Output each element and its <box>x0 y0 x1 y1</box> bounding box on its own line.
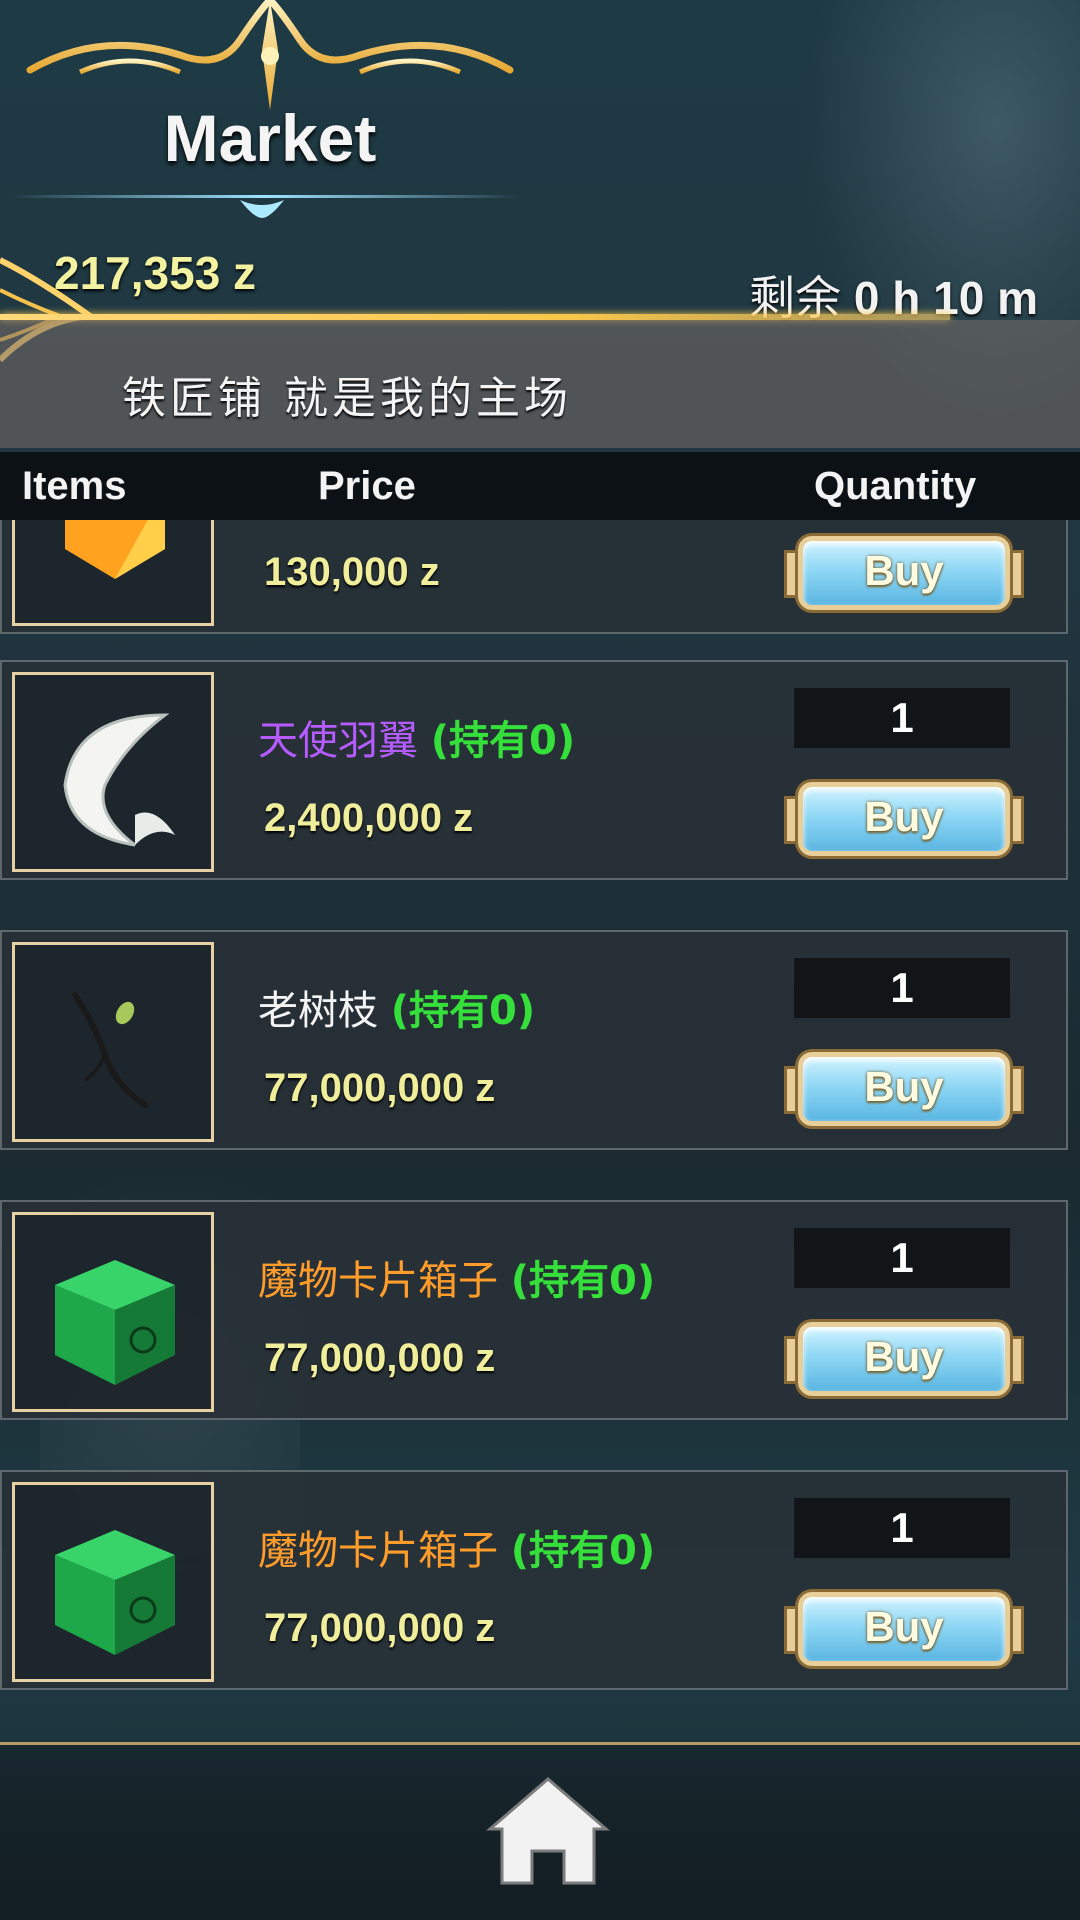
item-thumbnail[interactable] <box>12 672 214 872</box>
list-item: 天使羽翼 (持有0) 2,400,000 z 1 Buy <box>0 660 1068 880</box>
item-price: 130,000 z <box>264 550 440 594</box>
notice-text: 铁匠铺 就是我的主场 <box>122 373 572 424</box>
card-box-icon <box>55 1260 175 1385</box>
title-ornament-icon <box>26 0 514 110</box>
item-thumbnail[interactable] <box>12 1212 214 1412</box>
column-items: Items <box>22 464 127 508</box>
item-held-count: (持有0) <box>510 1258 656 1304</box>
item-name-text: 老树枝 <box>258 988 378 1034</box>
item-price: 77,000,000 z <box>264 1606 496 1650</box>
orange-gem-icon <box>65 520 165 579</box>
list-item: 魔物卡片箱子 (持有0) 77,000,000 z 1 Buy <box>0 1470 1068 1690</box>
column-price: Price <box>318 464 416 508</box>
item-name-text: 天使羽翼 <box>258 718 418 764</box>
item-price: 77,000,000 z <box>264 1066 496 1110</box>
column-header: Items Price Quantity <box>0 452 1080 520</box>
item-held-count: (持有0) <box>390 988 536 1034</box>
buy-label: Buy <box>864 547 944 594</box>
item-thumbnail <box>12 520 214 626</box>
item-price: 77,000,000 z <box>264 1336 496 1380</box>
quantity-field[interactable]: 1 <box>794 688 1010 748</box>
quantity-field[interactable]: 1 <box>794 1228 1010 1288</box>
angel-wing-icon <box>63 713 175 847</box>
item-list[interactable]: 130,000 z Buy 天使羽翼 (持有0) 2,400,000 z 1 B… <box>0 520 1080 1743</box>
bottom-bar <box>0 1745 1080 1920</box>
quantity-field[interactable]: 1 <box>794 1498 1010 1558</box>
item-name-text: 魔物卡片箱子 <box>258 1258 498 1304</box>
item-name: 魔物卡片箱子 (持有0) <box>258 1248 655 1306</box>
quantity-field[interactable]: 1 <box>794 958 1010 1018</box>
item-thumbnail[interactable] <box>12 1482 214 1682</box>
column-quantity: Quantity <box>814 464 977 508</box>
buy-label: Buy <box>864 793 944 840</box>
buy-button[interactable]: Buy <box>782 522 1026 626</box>
item-price: 2,400,000 z <box>264 796 474 840</box>
list-item: 130,000 z Buy <box>0 520 1068 634</box>
item-held-count: (持有0) <box>430 718 576 764</box>
home-icon[interactable] <box>486 1775 610 1887</box>
blue-gem-icon <box>240 200 284 218</box>
list-item: 老树枝 (持有0) 77,000,000 z 1 Buy <box>0 930 1068 1150</box>
item-held-count: (持有0) <box>510 1528 656 1574</box>
item-thumbnail[interactable] <box>12 942 214 1142</box>
old-branch-icon <box>72 992 148 1108</box>
list-item: 魔物卡片箱子 (持有0) 77,000,000 z 1 Buy <box>0 1200 1068 1420</box>
buy-label: Buy <box>864 1603 944 1650</box>
buy-button[interactable]: Buy <box>782 1308 1026 1412</box>
npc-notice-banner: 铁匠铺 就是我的主场 <box>0 320 1080 448</box>
buy-label: Buy <box>864 1063 944 1110</box>
buy-button[interactable]: Buy <box>782 1578 1026 1682</box>
item-name-text: 魔物卡片箱子 <box>258 1528 498 1574</box>
buy-button[interactable]: Buy <box>782 1038 1026 1142</box>
page-title: Market <box>163 101 377 175</box>
card-box-icon <box>55 1530 175 1655</box>
item-name: 魔物卡片箱子 (持有0) <box>258 1518 655 1576</box>
item-name: 老树枝 (持有0) <box>258 978 535 1036</box>
item-name: 天使羽翼 (持有0) <box>258 708 575 766</box>
buy-button[interactable]: Buy <box>782 768 1026 872</box>
market-header: Market 217,353 z 剩余 0 h 10 m <box>0 0 1080 363</box>
buy-label: Buy <box>864 1333 944 1380</box>
